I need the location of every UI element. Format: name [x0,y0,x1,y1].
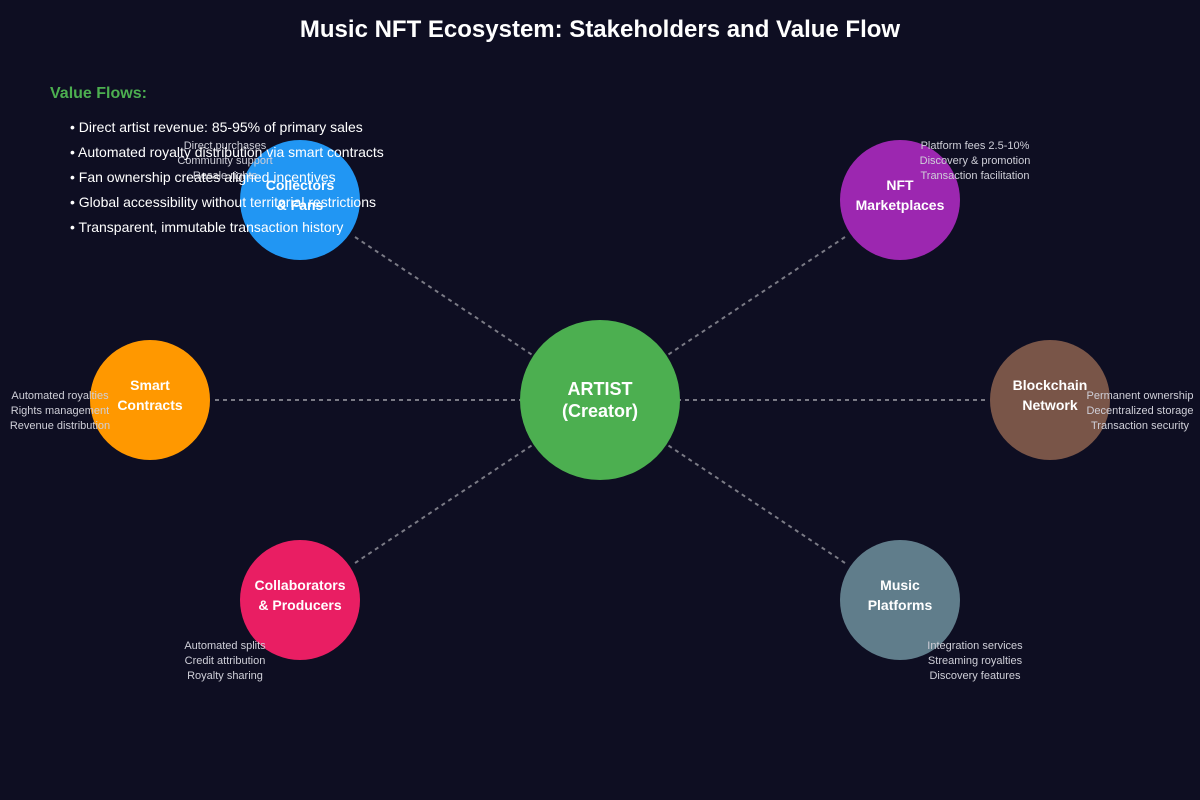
marketplaces-desc-line: Discovery & promotion [919,155,1031,167]
value-flow-item: • Global accessibility without territori… [70,194,377,210]
music-platforms-desc-line: Integration services [927,640,1023,652]
music-platforms-desc-line: Discovery features [929,670,1021,682]
blockchain-description: Permanent ownership Decentralized storag… [1082,389,1198,434]
marketplaces-label-line2: Marketplaces [855,197,945,213]
collaborators-label-line2: & Producers [258,597,342,613]
diagram-stage: Music NFT Ecosystem: Stakeholders and Va… [0,0,1200,800]
marketplaces-desc-line: Transaction facilitation [920,170,1030,182]
collaborators-desc-line: Automated splits [184,640,266,652]
blockchain-desc-line: Decentralized storage [1086,405,1194,417]
collaborators-description: Automated splits Credit attribution Roya… [145,639,305,684]
collaborators-desc-line: Credit attribution [184,655,266,667]
smart-contracts-desc-line: Automated royalties [11,390,109,402]
blockchain-desc-line: Transaction security [1090,420,1190,432]
music-platforms-description: Integration services Streaming royalties… [895,639,1055,684]
value-flow-item: • Transparent, immutable transaction his… [70,219,344,235]
value-flow-item: • Direct artist revenue: 85-95% of prima… [70,119,363,135]
music-platforms-desc-line: Streaming royalties [927,655,1023,667]
music-platforms-label: Music Platforms [830,575,970,615]
marketplaces-description: Platform fees 2.5-10% Discovery & promot… [895,139,1055,184]
artist-label-line2: (Creator) [561,401,638,421]
blockchain-desc-line: Permanent ownership [1086,390,1194,402]
marketplaces-desc-line: Platform fees 2.5-10% [920,140,1030,152]
music-platforms-label-line1: Music [880,577,920,593]
collaborators-desc-line: Royalty sharing [187,670,263,682]
collaborators-label: Collaborators & Producers [230,575,370,615]
smart-contracts-desc-line: Rights management [10,405,110,417]
value-flow-item: • Fan ownership creates aligned incentiv… [70,169,336,185]
smart-contracts-desc-line: Revenue distribution [9,420,111,432]
collaborators-label-line1: Collaborators [254,577,346,593]
artist-label: ARTIST (Creator) [520,378,680,422]
value-flow-item: • Automated royalty distribution via sma… [70,144,384,160]
artist-label-line1: ARTIST [567,379,633,399]
page-title: Music NFT Ecosystem: Stakeholders and Va… [299,16,901,43]
smart-contracts-description: Automated royalties Rights management Re… [0,389,120,434]
music-platforms-label-line2: Platforms [867,597,933,613]
value-flows-list: • Direct artist revenue: 85-95% of prima… [70,115,384,240]
value-flows-heading: Value Flows: [50,85,147,102]
